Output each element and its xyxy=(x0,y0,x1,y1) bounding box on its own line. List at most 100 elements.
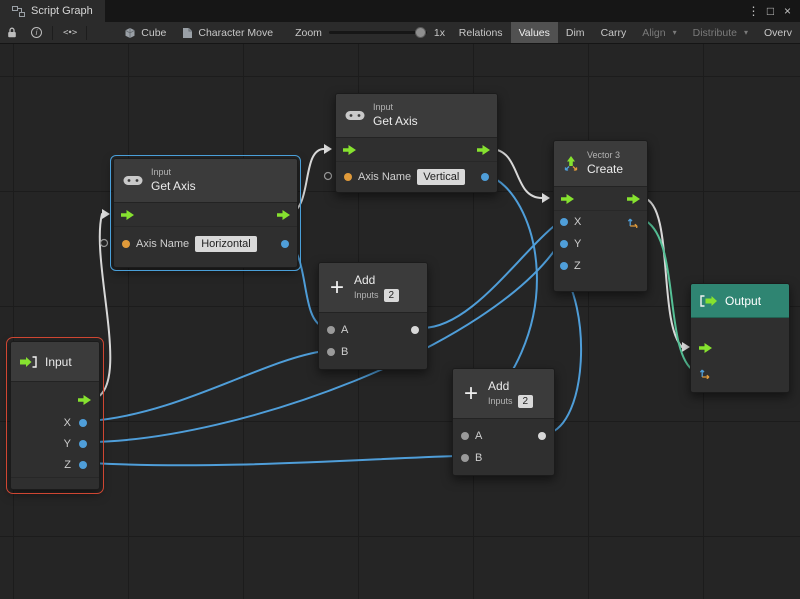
value-out-port-x[interactable] xyxy=(79,419,87,427)
vector3-out-port[interactable] xyxy=(627,216,639,228)
menu-icon[interactable]: ⋮ xyxy=(745,2,762,20)
flow-in-port[interactable] xyxy=(121,210,134,220)
toolbar-right-group: Relations Values Dim Carry Align ▾ Distr… xyxy=(451,22,800,44)
values-button[interactable]: Values xyxy=(511,22,558,44)
node-get-axis-horizontal[interactable]: Input Get Axis Axis Name Horizontal xyxy=(113,158,298,268)
node-category: Vector 3 xyxy=(587,150,623,161)
value-in-port-b[interactable] xyxy=(461,454,469,462)
tab-label: Script Graph xyxy=(31,5,93,17)
value-in-port-a[interactable] xyxy=(327,326,335,334)
graph-asset-button[interactable]: Character Move xyxy=(174,22,281,44)
graph-toolbar: i <∙> Cube Character Move Zoom 1x xyxy=(0,22,800,44)
script-graph-icon xyxy=(12,6,25,17)
node-header[interactable]: Input Get Axis xyxy=(114,159,297,203)
toolbar-separator xyxy=(52,26,53,40)
dim-button[interactable]: Dim xyxy=(558,22,593,44)
value-in-port-x[interactable] xyxy=(560,218,568,226)
node-footer xyxy=(554,277,647,291)
node-header[interactable]: Output xyxy=(691,284,789,318)
value-in-port-b[interactable] xyxy=(327,348,335,356)
graph-asset-label: Character Move xyxy=(198,27,273,39)
target-object-button[interactable]: Cube xyxy=(116,22,174,44)
vector3-icon xyxy=(563,156,579,172)
add-icon: + xyxy=(328,276,346,300)
value-in-port-z[interactable] xyxy=(560,262,568,270)
flow-in-port[interactable] xyxy=(561,194,574,204)
zoom-handle[interactable] xyxy=(415,27,426,38)
node-footer xyxy=(319,363,427,369)
node-category: Input xyxy=(151,167,196,178)
value-out-port-y[interactable] xyxy=(79,440,87,448)
axis-name-field[interactable]: Horizontal xyxy=(195,236,257,253)
node-output[interactable]: Output xyxy=(690,283,790,393)
value-in-port-y[interactable] xyxy=(560,240,568,248)
align-dropdown[interactable]: Align ▾ xyxy=(634,22,684,44)
overview-button[interactable]: Overv xyxy=(756,22,800,44)
info-icon[interactable]: i xyxy=(24,22,49,44)
node-get-axis-vertical[interactable]: Input Get Axis Axis Name Vertical xyxy=(335,93,498,193)
zoom-control: Zoom 1x xyxy=(295,27,445,39)
flow-out-port[interactable] xyxy=(78,395,91,405)
inputs-label: Inputs xyxy=(488,396,513,407)
flow-out-port[interactable] xyxy=(477,145,490,155)
toolbar-separator xyxy=(86,26,87,40)
value-out-port[interactable] xyxy=(481,173,489,181)
node-header[interactable]: Input Get Axis xyxy=(336,94,497,138)
input-icon xyxy=(20,356,37,368)
code-icon[interactable]: <∙> xyxy=(56,22,83,44)
node-title: Output xyxy=(725,294,761,308)
string-in-port[interactable] xyxy=(344,173,352,181)
node-header[interactable]: + Add Inputs 2 xyxy=(319,263,427,313)
port-label: Y xyxy=(64,438,71,450)
node-footer xyxy=(691,386,789,392)
gamepad-icon xyxy=(345,109,365,122)
chevron-down-icon: ▾ xyxy=(673,28,677,37)
gamepad-icon xyxy=(123,174,143,187)
tab-script-graph[interactable]: Script Graph xyxy=(0,0,105,22)
inputs-label: Inputs xyxy=(354,290,379,301)
carry-button[interactable]: Carry xyxy=(593,22,635,44)
node-title: Get Axis xyxy=(373,114,418,129)
lock-icon[interactable] xyxy=(0,22,24,44)
node-header[interactable]: Vector 3 Create xyxy=(554,141,647,187)
script-graph-window: Script Graph ⋮ □ × i <∙> Cube xyxy=(0,0,800,599)
value-in-port-a[interactable] xyxy=(461,432,469,440)
distribute-dropdown[interactable]: Distribute ▾ xyxy=(685,22,756,44)
node-input[interactable]: Input X Y Z xyxy=(10,341,100,490)
zoom-slider[interactable] xyxy=(329,31,427,34)
flow-out-port[interactable] xyxy=(627,194,640,204)
inputs-count-field[interactable]: 2 xyxy=(384,289,400,303)
port-label: B xyxy=(475,452,482,464)
vector3-in-port[interactable] xyxy=(699,367,711,379)
port-label: X xyxy=(574,216,581,228)
cube-icon xyxy=(124,27,136,39)
value-out-port[interactable] xyxy=(411,326,419,334)
relations-button[interactable]: Relations xyxy=(451,22,511,44)
flow-in-port[interactable] xyxy=(699,343,712,353)
node-title: Get Axis xyxy=(151,179,196,194)
flow-in-port[interactable] xyxy=(343,145,356,155)
port-label: A xyxy=(475,430,482,442)
value-out-port[interactable] xyxy=(281,240,289,248)
value-out-port[interactable] xyxy=(538,432,546,440)
node-add-mid[interactable]: + Add Inputs 2 A B xyxy=(318,262,428,370)
value-out-port-z[interactable] xyxy=(79,461,87,469)
node-header[interactable]: + Add Inputs 2 xyxy=(453,369,554,419)
node-add-bottom[interactable]: + Add Inputs 2 A B xyxy=(452,368,555,476)
maximize-icon[interactable]: □ xyxy=(762,2,779,20)
node-footer xyxy=(453,469,554,475)
close-icon[interactable]: × xyxy=(779,2,796,20)
flow-out-port[interactable] xyxy=(277,210,290,220)
axis-name-field[interactable]: Vertical xyxy=(417,169,465,186)
target-object-label: Cube xyxy=(141,27,166,39)
window-controls: ⋮ □ × xyxy=(745,0,800,22)
node-header[interactable]: Input xyxy=(11,342,99,382)
port-label: A xyxy=(341,324,348,336)
string-in-port[interactable] xyxy=(122,240,130,248)
node-footer xyxy=(114,261,297,267)
node-vector3-create[interactable]: Vector 3 Create X Y Z xyxy=(553,140,648,292)
spacer xyxy=(691,318,789,336)
zoom-value: 1x xyxy=(434,27,445,39)
inputs-count-field[interactable]: 2 xyxy=(518,395,534,409)
node-title: Input xyxy=(45,355,72,369)
